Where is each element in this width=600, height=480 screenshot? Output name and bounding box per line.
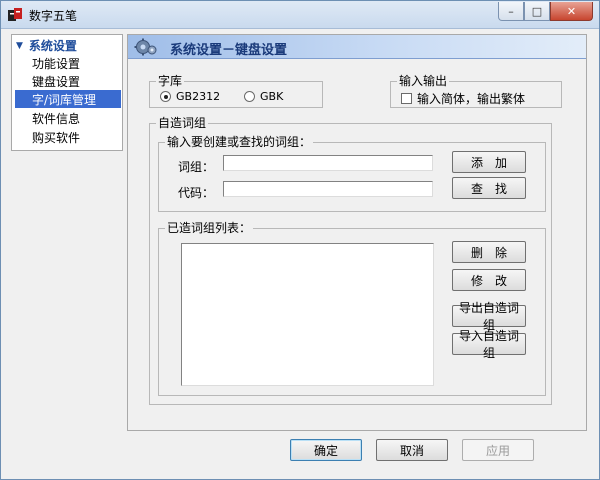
radio-gbk[interactable]: GBK bbox=[244, 90, 283, 103]
nav-root-system-settings[interactable]: ▼ 系统设置 bbox=[14, 37, 120, 54]
panel-title: 系统设置－键盘设置 bbox=[170, 43, 288, 58]
minimize-button[interactable]: – bbox=[498, 2, 524, 21]
nav-item-label: 字/词库管理 bbox=[32, 92, 97, 107]
add-button[interactable]: 添 加 bbox=[452, 151, 526, 173]
charset-group: 字库 GB2312 GBK bbox=[149, 74, 323, 108]
import-phrases-button[interactable]: 导入自造词组 bbox=[452, 329, 526, 360]
panel-header: 系统设置－键盘设置 bbox=[128, 35, 586, 59]
phrase-list-group-label: 已造词组列表： bbox=[165, 221, 254, 235]
phrase-entry-group-label: 输入要创建或查找的词组： bbox=[165, 135, 314, 149]
window-controls: – □ ✕ bbox=[498, 2, 593, 22]
nav-item-label: 软件信息 bbox=[32, 111, 81, 126]
close-icon: ✕ bbox=[566, 4, 577, 18]
app-logo-icon bbox=[8, 8, 22, 21]
code-input[interactable] bbox=[223, 181, 433, 197]
cancel-button[interactable]: 取消 bbox=[376, 439, 448, 461]
phrase-input[interactable] bbox=[223, 155, 433, 171]
checkbox-icon bbox=[401, 93, 412, 104]
charset-group-label: 字库 bbox=[156, 74, 185, 88]
phrase-list-group: 已造词组列表： 删 除 修 改 导出自造词组 导入自造词组 bbox=[158, 221, 546, 396]
checkbox-label: 输入简体，输出繁体 bbox=[417, 92, 526, 106]
title-bar[interactable]: 数字五笔 – □ ✕ bbox=[1, 1, 599, 29]
ok-button[interactable]: 确定 bbox=[290, 439, 362, 461]
window-title: 数字五笔 bbox=[29, 9, 78, 23]
phrase-entry-group: 输入要创建或查找的词组： 词组： 添 加 代码： 查 找 bbox=[158, 135, 546, 212]
export-phrases-button[interactable]: 导出自造词组 bbox=[452, 301, 526, 332]
delete-button[interactable]: 删 除 bbox=[452, 241, 526, 263]
radio-gb2312[interactable]: GB2312 bbox=[160, 90, 220, 103]
nav-root-label: 系统设置 bbox=[28, 39, 77, 53]
modify-button[interactable]: 修 改 bbox=[452, 269, 526, 291]
minimize-icon: – bbox=[508, 4, 514, 18]
app-window: 数字五笔 – □ ✕ ▼ 系统设置 功能设置 键盘设置 字/词库管理 软件信息 … bbox=[0, 0, 600, 480]
io-group-label: 输入输出 bbox=[397, 74, 450, 88]
maximize-button[interactable]: □ bbox=[524, 2, 550, 21]
nav-item-label: 功能设置 bbox=[32, 56, 81, 71]
nav-item-software-info[interactable]: 软件信息 bbox=[15, 109, 121, 127]
phrase-listbox[interactable] bbox=[181, 243, 434, 386]
nav-item-label: 键盘设置 bbox=[32, 74, 81, 89]
find-button[interactable]: 查 找 bbox=[452, 177, 526, 199]
nav-item-label: 购买软件 bbox=[32, 130, 81, 145]
custom-phrase-group-label: 自造词组 bbox=[156, 116, 209, 130]
phrase-label: 词组： bbox=[178, 160, 215, 174]
nav-item-function-settings[interactable]: 功能设置 bbox=[15, 54, 121, 72]
io-group: 输入输出 输入简体，输出繁体 bbox=[390, 74, 562, 108]
settings-nav-tree: ▼ 系统设置 功能设置 键盘设置 字/词库管理 软件信息 购买软件 bbox=[11, 34, 123, 151]
maximize-icon: □ bbox=[531, 4, 543, 18]
gear-icon bbox=[134, 38, 157, 56]
nav-item-buy-software[interactable]: 购买软件 bbox=[15, 128, 121, 146]
radio-label: GB2312 bbox=[176, 90, 221, 103]
apply-button: 应用 bbox=[462, 439, 534, 461]
radio-selected-icon bbox=[160, 91, 171, 102]
radio-unselected-icon bbox=[244, 91, 255, 102]
custom-phrase-group: 自造词组 输入要创建或查找的词组： 词组： 添 加 代码： 查 找 已造词组列表… bbox=[149, 116, 552, 405]
code-label: 代码： bbox=[178, 186, 215, 200]
radio-label: GBK bbox=[260, 90, 284, 103]
settings-panel: 系统设置－键盘设置 字库 GB2312 GBK 输入输出 输入简体，输出繁体 自… bbox=[127, 34, 587, 431]
expand-triangle-icon[interactable]: ▼ bbox=[16, 41, 23, 51]
close-button[interactable]: ✕ bbox=[550, 2, 593, 21]
simplified-to-traditional-checkbox[interactable]: 输入简体，输出繁体 bbox=[401, 90, 525, 107]
nav-item-dictionary-management[interactable]: 字/词库管理 bbox=[15, 90, 121, 108]
nav-item-keyboard-settings[interactable]: 键盘设置 bbox=[15, 72, 121, 90]
